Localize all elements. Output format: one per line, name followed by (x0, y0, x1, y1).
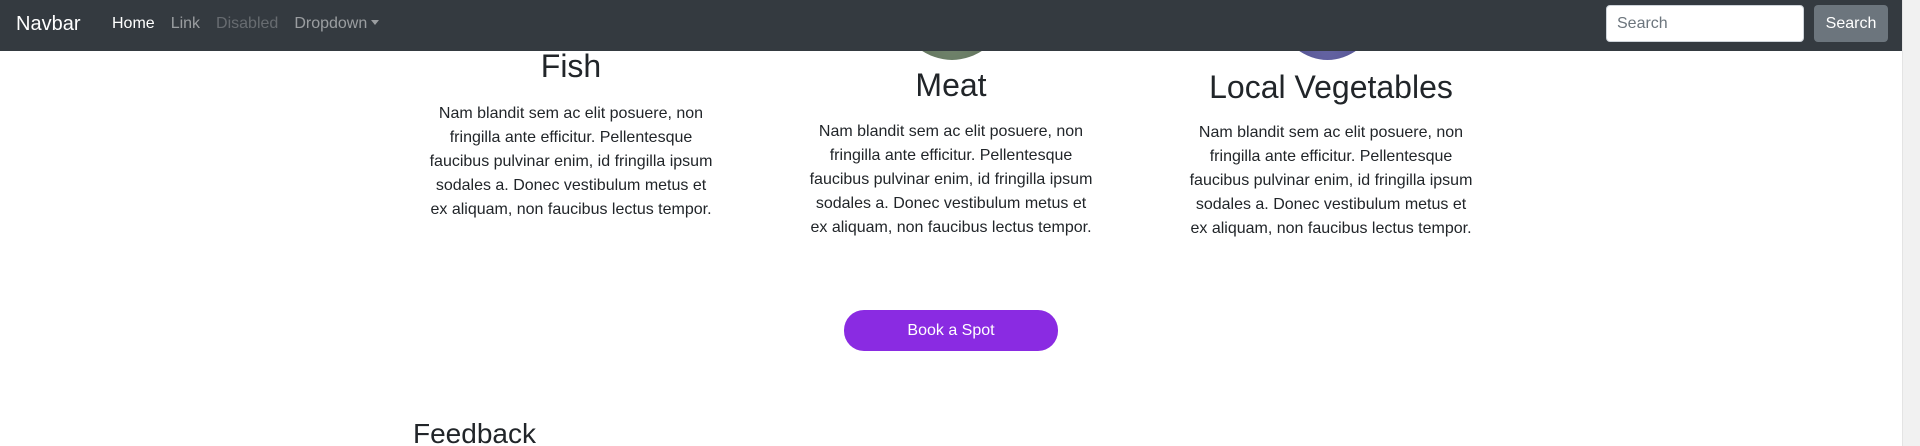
menu-card-fish: Fish Nam blandit sem ac elit posuere, no… (426, 47, 716, 222)
search-button[interactable]: Search (1814, 5, 1888, 42)
nav-link-link[interactable]: Link (163, 14, 208, 34)
menu-card-title: Fish (540, 48, 602, 84)
nav-dropdown-label: Dropdown (294, 15, 368, 32)
menu-card-text: Nam blandit sem ac elit posuere, non fri… (1189, 124, 1473, 237)
page: Navbar Home Link Disabled Dropdown Searc… (0, 0, 1920, 446)
nav-link-home[interactable]: Home (104, 14, 163, 34)
navbar-brand[interactable]: Navbar (16, 12, 80, 36)
menu-card-text: Nam blandit sem ac elit posuere, non fri… (809, 123, 1093, 236)
menu-card-text: Nam blandit sem ac elit posuere, non fri… (429, 105, 713, 218)
feedback-heading: Feedback (413, 418, 536, 446)
caret-down-icon (371, 20, 380, 25)
nav-links: Home Link Disabled Dropdown (104, 14, 387, 34)
page-scrollbar[interactable] (1902, 0, 1920, 446)
search-input[interactable] (1606, 5, 1804, 42)
nav-dropdown-toggle[interactable]: Dropdown (286, 14, 387, 34)
book-a-spot-button[interactable]: Book a Spot (844, 310, 1058, 351)
navbar: Navbar Home Link Disabled Dropdown Searc… (0, 0, 1902, 51)
menu-card-title: Local Vegetables (1209, 69, 1453, 105)
menu-card-meat: Meat Nam blandit sem ac elit posuere, no… (806, 66, 1096, 240)
menu-card-vegetables: Local Vegetables Nam blandit sem ac elit… (1186, 68, 1476, 241)
menu-card-title: Meat (915, 67, 987, 103)
nav-link-disabled: Disabled (216, 15, 279, 32)
